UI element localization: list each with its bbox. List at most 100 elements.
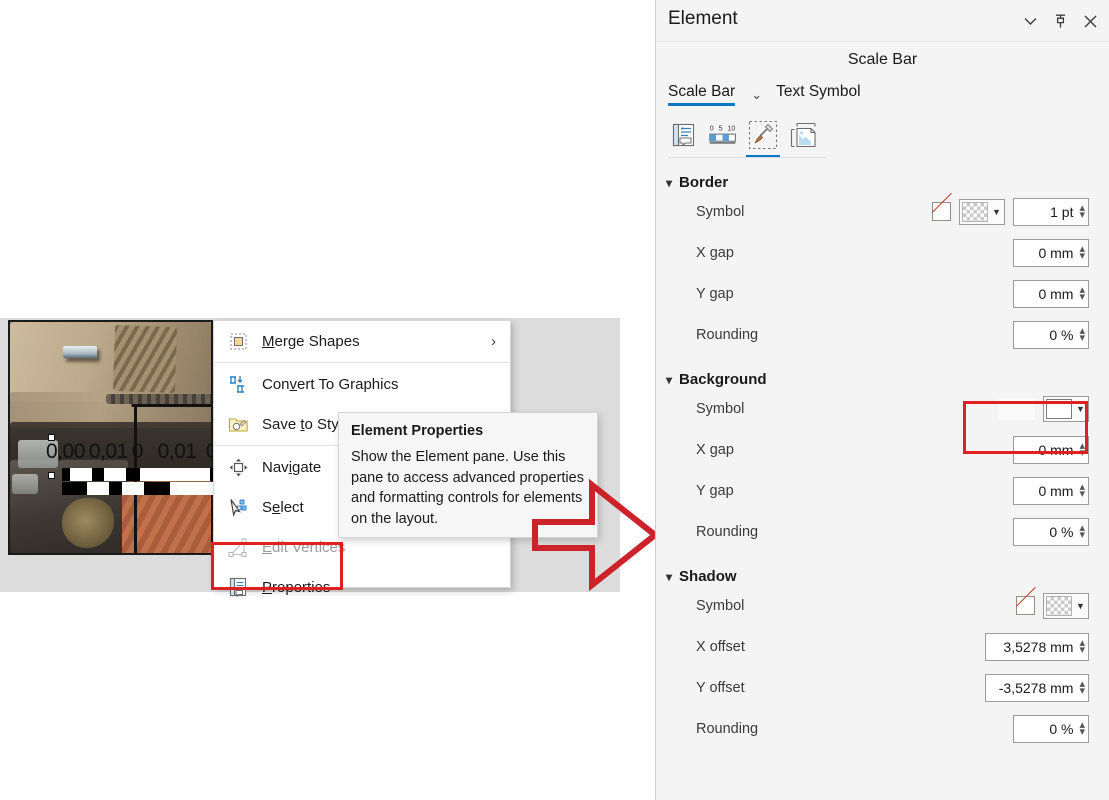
border-xgap-stepper[interactable]: 0 mm ▴ ▾ <box>1013 238 1089 267</box>
map-trench <box>112 324 178 394</box>
element-type-label: Scale Bar <box>847 51 918 68</box>
options-icon[interactable] <box>668 120 698 150</box>
stepper-down-icon[interactable]: ▾ <box>1079 332 1085 343</box>
background-ygap-controls: 0 mm ▴ ▾ <box>1013 476 1089 505</box>
section-title: Border <box>679 174 729 191</box>
shadow-symbol-swatch-dropdown[interactable]: ▼ <box>1043 592 1089 619</box>
no-color-icon[interactable] <box>1016 596 1035 615</box>
shadow-rounding-controls: 0 % ▴ ▾ <box>1013 714 1089 743</box>
stepper-arrows-icon[interactable]: ▴ ▾ <box>1079 719 1085 737</box>
border-rounding-stepper[interactable]: 0 % ▴ ▾ <box>1013 320 1089 349</box>
stepper-down-icon[interactable]: ▾ <box>1079 250 1085 261</box>
border-ygap-stepper[interactable]: 0 mm ▴ ▾ <box>1013 279 1089 308</box>
stepper-arrows-icon[interactable]: ▴ ▾ <box>1079 284 1085 302</box>
stepper-down-icon[interactable]: ▾ <box>1079 644 1085 655</box>
stepper-arrows-icon[interactable]: ▴ ▾ <box>1079 637 1085 655</box>
menu-item-merge-shapes[interactable]: Merge Shapes › <box>214 321 510 361</box>
scale-bar-label-1: 0,01 <box>88 440 128 463</box>
chevron-down-icon: ▼ <box>1076 600 1085 611</box>
menu-item-properties[interactable]: Properties <box>214 567 510 607</box>
background-rounding-stepper[interactable]: 0 % ▴ ▾ <box>1013 517 1089 546</box>
border-rounding-row: Rounding 0 % ▴ ▾ <box>656 314 1109 355</box>
stepper-arrows-icon[interactable]: ▴ ▾ <box>1079 325 1085 343</box>
shadow-xoffset-row: X offset 3,5278 mm ▴ ▾ <box>656 626 1109 667</box>
background-color-preview[interactable] <box>999 397 1035 420</box>
menu-separator <box>214 362 510 363</box>
section-header-shadow[interactable]: ▾ Shadow <box>666 568 1109 585</box>
scale-bar-label-3: 0,01 <box>157 440 197 463</box>
background-xgap-stepper[interactable]: 0 mm ▴ ▾ <box>1013 435 1089 464</box>
tooltip-title: Element Properties <box>351 423 484 439</box>
section-header-background[interactable]: ▾ Background <box>666 371 1109 388</box>
shadow-rounding-label: Rounding <box>696 720 759 737</box>
background-ygap-value: 0 mm <box>1038 482 1074 499</box>
background-symbol-swatch-dropdown[interactable]: ▼ <box>1043 395 1089 422</box>
stepper-down-icon[interactable]: ▾ <box>1079 529 1085 540</box>
scale-bar-tick <box>87 482 109 495</box>
border-symbol-swatch-dropdown[interactable]: ▼ <box>959 198 1005 225</box>
section-title: Shadow <box>679 568 737 585</box>
border-rounding-label: Rounding <box>696 326 759 343</box>
background-rounding-controls: 0 % ▴ ▾ <box>1013 517 1089 546</box>
scale-bar-graphic[interactable] <box>62 468 213 496</box>
chevron-down-icon: ▾ <box>666 372 673 387</box>
shadow-yoffset-stepper[interactable]: -3,5278 mm ▴ ▾ <box>985 673 1089 702</box>
stepper-arrows-icon[interactable]: ▴ ▾ <box>1079 202 1085 220</box>
placement-icon[interactable] <box>788 120 818 150</box>
display-brush-icon[interactable] <box>746 120 780 158</box>
menu-item-convert-to-graphics[interactable]: Convert To Graphics <box>214 364 510 404</box>
section-header-border[interactable]: ▾ Border <box>666 174 1109 191</box>
shadow-symbol-controls: ▼ <box>1016 592 1089 619</box>
stepper-down-icon[interactable]: ▾ <box>1079 447 1085 458</box>
tab-dropdown-chevron-icon[interactable]: ⌄ <box>751 87 762 103</box>
shadow-xoffset-stepper[interactable]: 3,5278 mm ▴ ▾ <box>985 632 1089 661</box>
svg-text:0: 0 <box>710 126 714 133</box>
map-vehicle <box>63 346 97 358</box>
stepper-down-icon[interactable]: ▾ <box>1079 209 1085 220</box>
shadow-symbol-row: Symbol ▼ <box>656 585 1109 626</box>
tab-scale-bar[interactable]: Scale Bar <box>668 83 736 106</box>
submenu-chevron-icon: › <box>491 332 496 350</box>
scale-bar-labels: 0,00 0,01 0 0,01 0 <box>46 440 221 464</box>
stepper-down-icon[interactable]: ▾ <box>1079 291 1085 302</box>
scale-bar-tick <box>70 468 92 481</box>
background-ygap-stepper[interactable]: 0 mm ▴ ▾ <box>1013 476 1089 505</box>
element-pane: Element Scale Bar Scale Bar ⌄ Text Symbo… <box>655 0 1109 800</box>
stepper-arrows-icon[interactable]: ▴ ▾ <box>1079 678 1085 696</box>
chevron-down-icon: ▾ <box>666 175 673 190</box>
stepper-arrows-icon[interactable]: ▴ ▾ <box>1079 440 1085 458</box>
scale-bar-icon[interactable]: 0 5 10 <box>708 120 738 150</box>
stepper-arrows-icon[interactable]: ▴ ▾ <box>1079 243 1085 261</box>
stepper-down-icon[interactable]: ▾ <box>1079 726 1085 737</box>
layout-map-preview[interactable] <box>8 320 213 555</box>
selection-handle-bottom-left[interactable] <box>48 472 55 479</box>
background-rounding-row: Rounding 0 % ▴ ▾ <box>656 511 1109 552</box>
stepper-down-icon[interactable]: ▾ <box>1079 488 1085 499</box>
properties-icon <box>224 575 252 599</box>
border-xgap-label: X gap <box>696 244 734 261</box>
svg-text:5: 5 <box>719 126 723 133</box>
svg-text:10: 10 <box>727 126 735 133</box>
pane-tabs: Scale Bar ⌄ Text Symbol <box>668 83 1109 106</box>
stepper-arrows-icon[interactable]: ▴ ▾ <box>1079 481 1085 499</box>
map-building-left-2 <box>12 474 38 494</box>
background-symbol-row: Symbol ▼ <box>656 388 1109 429</box>
shadow-yoffset-row: Y offset -3,5278 mm ▴ ▾ <box>656 667 1109 708</box>
tab-text-symbol[interactable]: Text Symbol <box>776 83 860 106</box>
menu-item-label: Properties <box>262 578 331 596</box>
shadow-xoffset-label: X offset <box>696 638 745 655</box>
checkered-swatch-icon <box>962 201 988 222</box>
no-color-icon[interactable] <box>932 202 951 221</box>
pin-icon[interactable] <box>1051 12 1069 30</box>
shadow-rounding-stepper[interactable]: 0 % ▴ ▾ <box>1013 714 1089 743</box>
border-rounding-controls: 0 % ▴ ▾ <box>1013 320 1089 349</box>
background-xgap-controls: 0 mm ▴ ▾ <box>1013 435 1089 464</box>
background-xgap-row: X gap 0 mm ▴ ▾ <box>656 429 1109 470</box>
border-ygap-value: 0 mm <box>1038 285 1074 302</box>
shadow-yoffset-label: Y offset <box>696 679 745 696</box>
stepper-arrows-icon[interactable]: ▴ ▾ <box>1079 522 1085 540</box>
stepper-down-icon[interactable]: ▾ <box>1079 685 1085 696</box>
close-icon[interactable] <box>1081 12 1099 30</box>
chevron-down-icon[interactable] <box>1021 12 1039 30</box>
border-width-stepper[interactable]: 1 pt ▴ ▾ <box>1013 197 1089 226</box>
